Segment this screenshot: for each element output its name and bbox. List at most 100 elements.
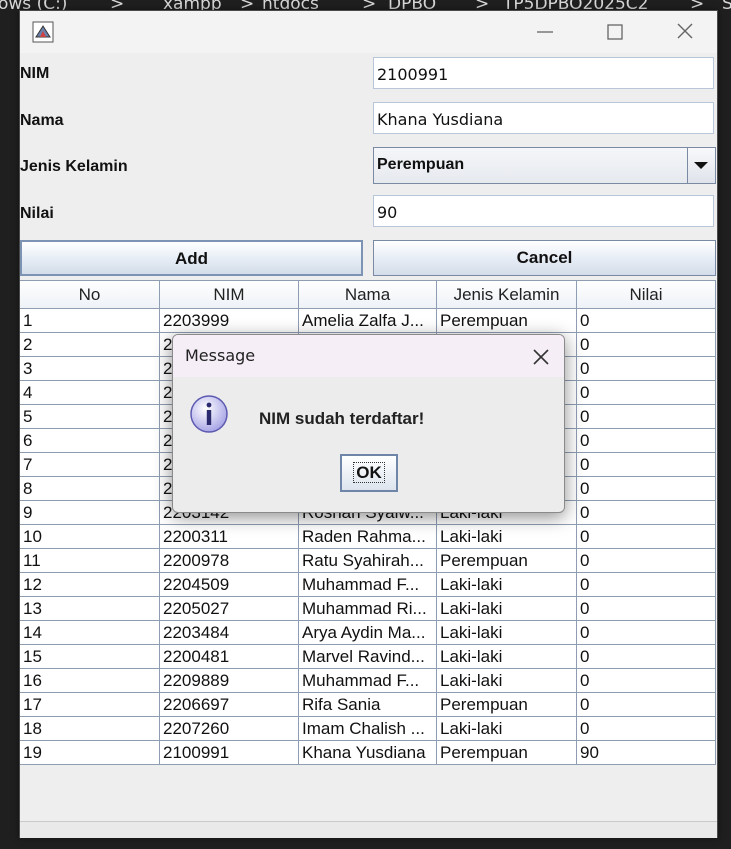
maximize-icon[interactable] <box>600 19 630 45</box>
table-cell[interactable]: 90 <box>577 741 716 764</box>
table-cell[interactable]: Raden Rahma... <box>299 525 437 548</box>
table-cell[interactable]: Rifa Sania <box>299 693 437 716</box>
table-cell[interactable]: 2203484 <box>160 621 299 644</box>
table-cell[interactable]: Muhammad F... <box>299 669 437 692</box>
table-cell[interactable]: 2206697 <box>160 693 299 716</box>
table-cell[interactable]: 0 <box>577 501 716 524</box>
table-cell[interactable]: 2207260 <box>160 717 299 740</box>
close-icon[interactable] <box>529 345 553 369</box>
table-row[interactable]: 1 2203999 Amelia Zalfa J... Perempuan 0 <box>20 309 716 333</box>
minimize-icon[interactable] <box>530 19 560 45</box>
table-cell[interactable]: 5 <box>20 405 160 428</box>
table-cell[interactable]: Amelia Zalfa J... <box>299 309 437 332</box>
table-cell[interactable]: 3 <box>20 357 160 380</box>
column-header-jenis-kelamin[interactable]: Jenis Kelamin <box>437 280 577 308</box>
add-button[interactable]: Add <box>20 240 363 276</box>
table-cell[interactable]: Perempuan <box>437 693 577 716</box>
table-cell[interactable]: Imam Chalish ... <box>299 717 437 740</box>
table-cell[interactable]: 2200311 <box>160 525 299 548</box>
table-row[interactable]: 16 2209889 Muhammad F... Laki-laki 0 <box>20 669 716 693</box>
cancel-button[interactable]: Cancel <box>373 240 716 276</box>
table-cell[interactable]: 0 <box>577 597 716 620</box>
table-cell[interactable]: 0 <box>577 309 716 332</box>
table-cell[interactable]: 0 <box>577 693 716 716</box>
column-header-nim[interactable]: NIM <box>160 280 299 308</box>
table-cell[interactable]: Laki-laki <box>437 621 577 644</box>
table-cell[interactable]: 8 <box>20 477 160 500</box>
table-cell[interactable]: Muhammad F... <box>299 573 437 596</box>
jenis-kelamin-select[interactable]: Perempuan <box>373 147 716 184</box>
table-cell[interactable]: Laki-laki <box>437 525 577 548</box>
table-cell[interactable]: 14 <box>20 621 160 644</box>
table-cell[interactable]: 17 <box>20 693 160 716</box>
dialog-titlebar[interactable]: Message <box>173 335 564 377</box>
table-cell[interactable]: Laki-laki <box>437 645 577 668</box>
table-cell[interactable]: 0 <box>577 381 716 404</box>
table-cell[interactable]: Perempuan <box>437 741 577 764</box>
dropdown-button[interactable] <box>687 148 715 183</box>
nama-field[interactable]: Khana Yusdiana <box>373 102 714 134</box>
table-cell[interactable]: Khana Yusdiana <box>299 741 437 764</box>
window-titlebar[interactable] <box>20 11 717 53</box>
table-row[interactable]: 15 2200481 Marvel Ravind... Laki-laki 0 <box>20 645 716 669</box>
table-cell[interactable]: 2 <box>20 333 160 356</box>
table-cell[interactable]: 0 <box>577 405 716 428</box>
table-cell[interactable]: 15 <box>20 645 160 668</box>
table-cell[interactable]: 10 <box>20 525 160 548</box>
ok-button[interactable]: OK <box>340 454 398 492</box>
table-cell[interactable]: 0 <box>577 717 716 740</box>
table-cell[interactable]: 12 <box>20 573 160 596</box>
nilai-field[interactable]: 90 <box>373 195 714 227</box>
table-cell[interactable]: 4 <box>20 381 160 404</box>
table-cell[interactable]: 0 <box>577 477 716 500</box>
horizontal-scrollbar[interactable] <box>20 821 717 838</box>
table-cell[interactable]: 2200978 <box>160 549 299 572</box>
column-header-no[interactable]: No <box>20 280 160 308</box>
table-cell[interactable]: 0 <box>577 429 716 452</box>
table-cell[interactable]: Laki-laki <box>437 597 577 620</box>
table-cell[interactable]: Perempuan <box>437 309 577 332</box>
table-cell[interactable]: 2203999 <box>160 309 299 332</box>
column-header-nama[interactable]: Nama <box>299 280 437 308</box>
table-cell[interactable]: 0 <box>577 453 716 476</box>
table-cell[interactable]: Marvel Ravind... <box>299 645 437 668</box>
table-cell[interactable]: 2205027 <box>160 597 299 620</box>
table-cell[interactable]: 0 <box>577 333 716 356</box>
table-cell[interactable]: 2100991 <box>160 741 299 764</box>
table-cell[interactable]: 0 <box>577 645 716 668</box>
table-cell[interactable]: Arya Aydin Ma... <box>299 621 437 644</box>
table-cell[interactable]: 13 <box>20 597 160 620</box>
table-row[interactable]: 11 2200978 Ratu Syahirah... Perempuan 0 <box>20 549 716 573</box>
table-cell[interactable]: Laki-laki <box>437 717 577 740</box>
table-cell[interactable]: Ratu Syahirah... <box>299 549 437 572</box>
column-header-nilai[interactable]: Nilai <box>577 280 716 308</box>
table-cell[interactable]: 2200481 <box>160 645 299 668</box>
table-cell[interactable]: 0 <box>577 669 716 692</box>
table-cell[interactable]: 2209889 <box>160 669 299 692</box>
table-cell[interactable]: 0 <box>577 525 716 548</box>
table-row[interactable]: 14 2203484 Arya Aydin Ma... Laki-laki 0 <box>20 621 716 645</box>
table-row[interactable]: 17 2206697 Rifa Sania Perempuan 0 <box>20 693 716 717</box>
table-cell[interactable]: 0 <box>577 357 716 380</box>
table-cell[interactable]: 0 <box>577 621 716 644</box>
table-row[interactable]: 10 2200311 Raden Rahma... Laki-laki 0 <box>20 525 716 549</box>
table-cell[interactable]: 2204509 <box>160 573 299 596</box>
close-icon[interactable] <box>670 19 700 45</box>
table-cell[interactable]: 7 <box>20 453 160 476</box>
table-cell[interactable]: Laki-laki <box>437 669 577 692</box>
table-row[interactable]: 19 2100991 Khana Yusdiana Perempuan 90 <box>20 741 716 765</box>
table-cell[interactable]: 0 <box>577 549 716 572</box>
table-row[interactable]: 12 2204509 Muhammad F... Laki-laki 0 <box>20 573 716 597</box>
table-row[interactable]: 13 2205027 Muhammad Ri... Laki-laki 0 <box>20 597 716 621</box>
table-cell[interactable]: 1 <box>20 309 160 332</box>
table-cell[interactable]: Perempuan <box>437 549 577 572</box>
table-cell[interactable]: 0 <box>577 573 716 596</box>
table-cell[interactable]: Laki-laki <box>437 573 577 596</box>
table-cell[interactable]: 11 <box>20 549 160 572</box>
table-cell[interactable]: Muhammad Ri... <box>299 597 437 620</box>
table-cell[interactable]: 6 <box>20 429 160 452</box>
table-cell[interactable]: 16 <box>20 669 160 692</box>
table-row[interactable]: 18 2207260 Imam Chalish ... Laki-laki 0 <box>20 717 716 741</box>
table-cell[interactable]: 9 <box>20 501 160 524</box>
nim-field[interactable]: 2100991 <box>373 57 714 89</box>
